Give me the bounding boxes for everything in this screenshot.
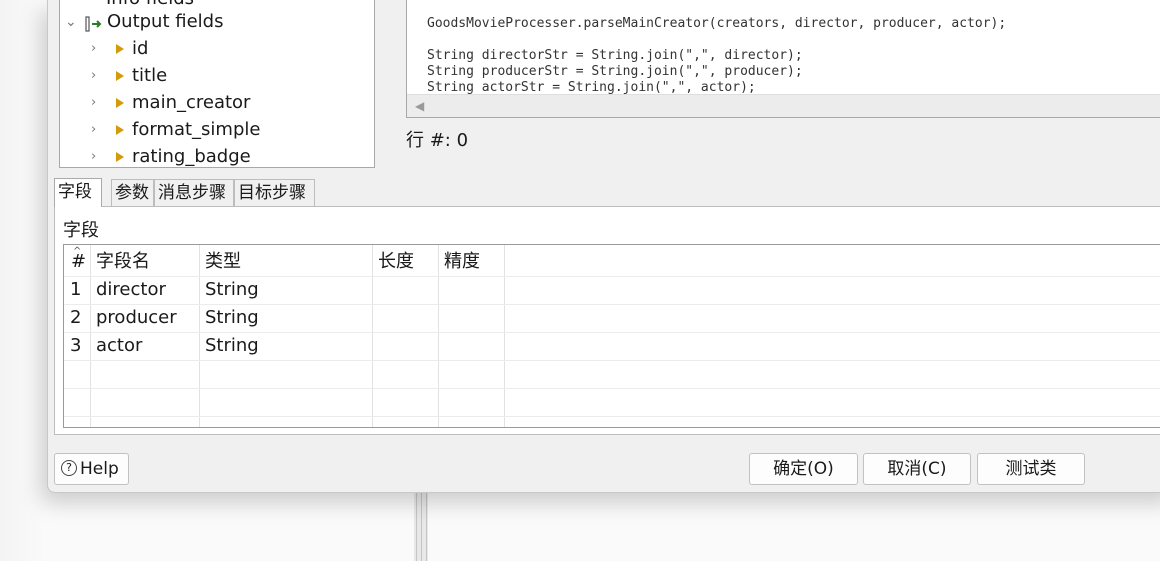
- fields-tree-panel[interactable]: Info fields ⌄ Output fields › id › title…: [59, 0, 375, 168]
- table-cell-precision[interactable]: [438, 332, 504, 360]
- code-line: GoodsMovieProcesser.parseMainCreator(cre…: [427, 16, 1007, 31]
- table-cell-type[interactable]: String: [199, 332, 372, 360]
- table-row-number[interactable]: 1: [64, 276, 90, 304]
- help-button-label: Help: [80, 459, 119, 479]
- column-header-name[interactable]: 字段名: [90, 248, 199, 276]
- table-cell-type[interactable]: String: [199, 276, 372, 304]
- table-cell-length[interactable]: [372, 332, 438, 360]
- help-icon: ?: [61, 459, 77, 476]
- column-header-length[interactable]: 长度: [372, 248, 438, 276]
- field-label: format_simple: [132, 119, 261, 140]
- tree-item-label: Info fields: [106, 0, 194, 9]
- row-number-indicator: 行 #: 0: [406, 130, 469, 151]
- output-fields-label: Output fields: [107, 11, 224, 32]
- scroll-left-icon[interactable]: ◀: [415, 99, 424, 113]
- chevron-down-icon[interactable]: ⌄: [65, 9, 77, 35]
- fields-tab-content: 字段 ^ # 字段名 类型 长度 精度 1 director String 2 …: [54, 206, 1160, 435]
- output-fields-icon: [85, 14, 103, 32]
- tree-item-field[interactable]: › id: [60, 36, 148, 62]
- tree-item-field[interactable]: › format_simple: [60, 117, 260, 143]
- field-icon: [116, 98, 124, 108]
- column-header-precision[interactable]: 精度: [438, 248, 504, 276]
- table-cell-length[interactable]: [372, 304, 438, 332]
- code-editor[interactable]: GoodsMovieProcesser.parseMainCreator(cre…: [406, 0, 1160, 118]
- field-icon: [116, 125, 124, 135]
- tree-item-output-fields[interactable]: ⌄ Output fields: [60, 9, 223, 35]
- field-label: id: [132, 38, 149, 59]
- chevron-right-icon[interactable]: ›: [91, 63, 96, 89]
- ok-button[interactable]: 确定(O): [749, 453, 858, 485]
- table-cell-precision[interactable]: [438, 304, 504, 332]
- column-header-number[interactable]: #: [64, 248, 90, 276]
- chevron-right-icon[interactable]: ›: [91, 144, 96, 167]
- fields-group-title: 字段: [63, 220, 99, 241]
- test-class-button[interactable]: 测试类: [977, 453, 1085, 485]
- code-line: String directorStr = String.join(",", di…: [427, 48, 803, 63]
- code-line: String actorStr = String.join(",", actor…: [427, 80, 756, 95]
- tab-info-steps[interactable]: 消息步骤: [154, 179, 234, 206]
- tab-fields[interactable]: 字段: [54, 178, 102, 207]
- tab-target-steps[interactable]: 目标步骤: [234, 179, 315, 206]
- chevron-right-icon[interactable]: ›: [91, 90, 96, 116]
- tree-item-field[interactable]: › title: [60, 63, 167, 89]
- help-button[interactable]: ? Help: [54, 453, 129, 485]
- field-label: title: [132, 65, 168, 86]
- field-label: main_creator: [132, 92, 251, 113]
- tree-item-field[interactable]: › main_creator: [60, 90, 250, 116]
- field-icon: [116, 152, 124, 162]
- tab-panel: 字段 参数 消息步骤 目标步骤 字段 ^ # 字段名 类型 长度 精度 1 di…: [54, 178, 1160, 436]
- table-cell-name[interactable]: director: [90, 276, 199, 304]
- code-line: String producerStr = String.join(",", pr…: [427, 64, 803, 79]
- tab-parameters[interactable]: 参数: [111, 179, 154, 206]
- table-cell-name[interactable]: actor: [90, 332, 199, 360]
- cancel-button[interactable]: 取消(C): [863, 453, 971, 485]
- table-cell-length[interactable]: [372, 276, 438, 304]
- table-row-number[interactable]: 2: [64, 304, 90, 332]
- table-cell-type[interactable]: String: [199, 304, 372, 332]
- code-horizontal-scrollbar[interactable]: ◀: [407, 94, 1160, 117]
- tree-item-field[interactable]: › rating_badge: [60, 144, 251, 167]
- column-header-type[interactable]: 类型: [199, 248, 372, 276]
- table-row-number[interactable]: 3: [64, 332, 90, 360]
- user-defined-java-class-dialog: Info fields ⌄ Output fields › id › title…: [47, 0, 1160, 493]
- field-label: rating_badge: [132, 146, 251, 167]
- field-icon: [116, 44, 124, 54]
- chevron-right-icon[interactable]: ›: [91, 117, 96, 143]
- table-cell-name[interactable]: producer: [90, 304, 199, 332]
- background-window-edge: [414, 492, 428, 561]
- chevron-right-icon[interactable]: ›: [91, 36, 96, 62]
- table-cell-precision[interactable]: [438, 276, 504, 304]
- fields-table[interactable]: ^ # 字段名 类型 长度 精度 1 director String 2 pro…: [63, 244, 1160, 428]
- field-icon: [116, 71, 124, 81]
